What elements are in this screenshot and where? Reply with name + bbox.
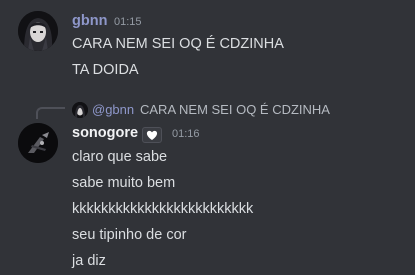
dark-figure-avatar-icon <box>18 123 58 163</box>
chat-message-list: gbnn 01:15 CARA NEM SEI OQ É CDZINHA TA … <box>0 0 415 275</box>
role-badge[interactable] <box>142 127 162 143</box>
message-line: ja diz <box>72 253 106 269</box>
message-author-sonogore[interactable]: sonogore <box>72 125 138 141</box>
message-line: CARA NEM SEI OQ É CDZINHA <box>72 36 284 52</box>
gbnn-avatar[interactable] <box>18 11 58 51</box>
message-line: sabe muito bem <box>72 175 176 191</box>
reply-preview-text[interactable]: CARA NEM SEI OQ É CDZINHA <box>140 102 330 117</box>
reply-connector <box>36 107 65 119</box>
sonogore-avatar[interactable] <box>18 123 58 163</box>
anime-girl-avatar-icon <box>18 11 58 51</box>
reply-author-avatar[interactable] <box>72 102 88 118</box>
anime-girl-avatar-icon <box>72 102 88 118</box>
message-line: kkkkkkkkkkkkkkkkkkkkkkkkk <box>72 201 254 217</box>
message-line: TA DOIDA <box>72 62 139 78</box>
message-line: seu tipinho de cor <box>72 227 187 243</box>
reply-author-name[interactable]: @gbnn <box>92 102 134 117</box>
message-author-gbnn[interactable]: gbnn <box>72 13 107 29</box>
message-line: claro que sabe <box>72 149 168 165</box>
message-timestamp[interactable]: 01:16 <box>172 128 200 140</box>
white-heart-icon <box>146 130 158 140</box>
message-timestamp[interactable]: 01:15 <box>114 16 142 28</box>
